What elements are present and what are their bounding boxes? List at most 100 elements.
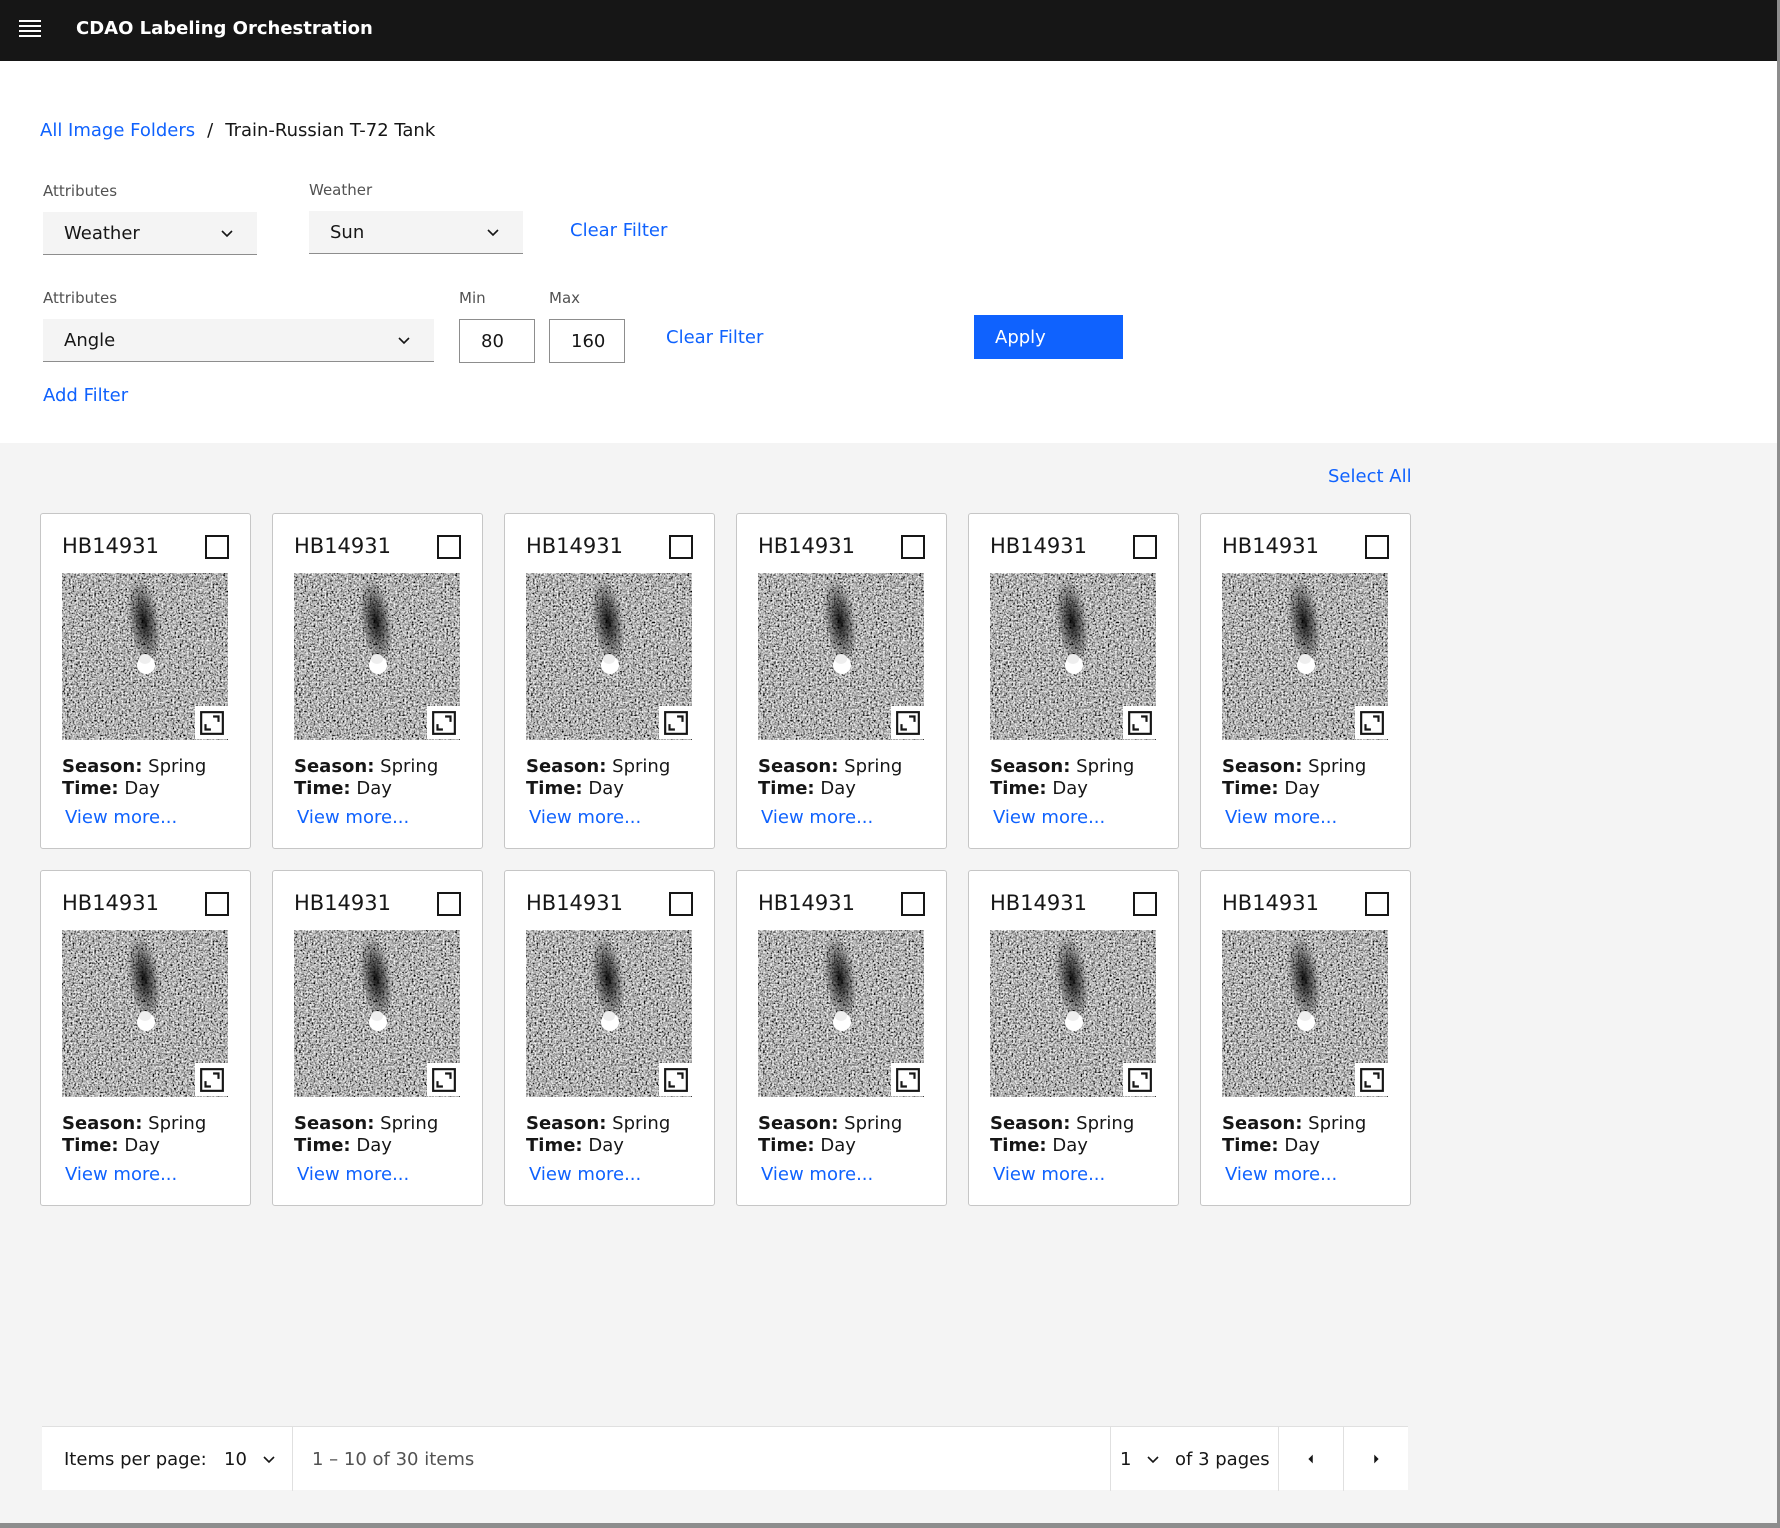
time-row: Time: Day — [758, 778, 856, 799]
clear-filter-1-link[interactable]: Clear Filter — [570, 220, 667, 241]
season-label: Season: — [294, 756, 375, 777]
select-checkbox[interactable] — [901, 892, 925, 916]
add-filter-link[interactable]: Add Filter — [43, 385, 128, 406]
attributes-label: Attributes — [43, 182, 118, 200]
expand-icon[interactable] — [891, 1063, 924, 1096]
select-checkbox[interactable] — [1365, 535, 1389, 559]
time-value: Day — [1284, 778, 1320, 799]
menu-icon[interactable] — [19, 20, 41, 38]
select-checkbox[interactable] — [437, 535, 461, 559]
season-row: Season: Spring — [990, 756, 1134, 777]
select-checkbox[interactable] — [669, 892, 693, 916]
max-input[interactable]: 160 — [549, 319, 625, 363]
season-row: Season: Spring — [758, 756, 902, 777]
view-more-link[interactable]: View more... — [1225, 1164, 1337, 1185]
view-more-link[interactable]: View more... — [993, 807, 1105, 828]
expand-icon[interactable] — [659, 706, 692, 739]
previous-page-button[interactable] — [1279, 1427, 1343, 1491]
expand-icon[interactable] — [659, 1063, 692, 1096]
season-label: Season: — [990, 1113, 1071, 1134]
season-label: Season: — [526, 1113, 607, 1134]
image-id: HB14931 — [1222, 534, 1320, 558]
season-label: Season: — [62, 1113, 143, 1134]
view-more-link[interactable]: View more... — [1225, 807, 1337, 828]
season-value: Spring — [148, 756, 207, 777]
min-label: Min — [459, 289, 486, 307]
time-label: Time: — [758, 1135, 815, 1156]
min-input[interactable]: 80 — [459, 319, 535, 363]
expand-icon[interactable] — [1123, 706, 1156, 739]
select-checkbox[interactable] — [1365, 892, 1389, 916]
season-value: Spring — [1308, 1113, 1367, 1134]
time-value: Day — [588, 778, 624, 799]
expand-icon[interactable] — [1355, 1063, 1388, 1096]
time-value: Day — [124, 778, 160, 799]
expand-icon[interactable] — [195, 706, 228, 739]
view-more-link[interactable]: View more... — [297, 1164, 409, 1185]
season-value: Spring — [612, 756, 671, 777]
season-value: Spring — [380, 1113, 439, 1134]
select-all-link[interactable]: Select All — [1328, 466, 1412, 487]
expand-icon[interactable] — [1355, 706, 1388, 739]
weather-select[interactable]: Sun — [309, 211, 523, 254]
season-label: Season: — [526, 756, 607, 777]
select-checkbox[interactable] — [205, 892, 229, 916]
view-more-link[interactable]: View more... — [529, 1164, 641, 1185]
caret-left-icon — [1308, 1454, 1313, 1464]
view-more-link[interactable]: View more... — [993, 1164, 1105, 1185]
view-more-link[interactable]: View more... — [65, 1164, 177, 1185]
select-checkbox[interactable] — [437, 892, 461, 916]
select-checkbox[interactable] — [669, 535, 693, 559]
image-id: HB14931 — [526, 534, 624, 558]
season-value: Spring — [612, 1113, 671, 1134]
select-checkbox[interactable] — [901, 535, 925, 559]
app-title: CDAO Labeling Orchestration — [76, 18, 373, 39]
view-more-link[interactable]: View more... — [65, 807, 177, 828]
caret-right-icon — [1374, 1454, 1379, 1464]
season-row: Season: Spring — [294, 756, 438, 777]
season-value: Spring — [844, 1113, 903, 1134]
apply-button[interactable]: Apply — [974, 315, 1123, 359]
view-more-link[interactable]: View more... — [761, 1164, 873, 1185]
image-card: HB14931 Season: Spring Time: Day View more.… — [1200, 513, 1411, 849]
expand-icon[interactable] — [427, 706, 460, 739]
view-more-link[interactable]: View more... — [529, 807, 641, 828]
breadcrumb-root-link[interactable]: All Image Folders — [40, 120, 195, 141]
page-select-value: 1 — [1120, 1448, 1132, 1470]
select-checkbox[interactable] — [1133, 892, 1157, 916]
select-checkbox[interactable] — [1133, 535, 1157, 559]
time-label: Time: — [294, 778, 351, 799]
image-id: HB14931 — [1222, 891, 1320, 915]
max-label: Max — [549, 289, 581, 307]
expand-icon[interactable] — [891, 706, 924, 739]
image-id: HB14931 — [990, 891, 1088, 915]
attribute-select-2[interactable]: Angle — [43, 319, 434, 362]
time-label: Time: — [294, 1135, 351, 1156]
view-more-link[interactable]: View more... — [297, 807, 409, 828]
items-per-page-select[interactable]: 10 — [224, 1427, 294, 1491]
page-select[interactable]: 1 — [1120, 1427, 1180, 1491]
season-row: Season: Spring — [62, 756, 206, 777]
time-label: Time: — [758, 778, 815, 799]
expand-icon[interactable] — [1123, 1063, 1156, 1096]
image-card: HB14931 Season: Spring Time: Day View more.… — [1200, 870, 1411, 1206]
time-row: Time: Day — [1222, 1135, 1320, 1156]
season-row: Season: Spring — [526, 1113, 670, 1134]
clear-filter-2-link[interactable]: Clear Filter — [666, 327, 763, 348]
next-page-button[interactable] — [1344, 1427, 1408, 1491]
image-id: HB14931 — [990, 534, 1088, 558]
select-checkbox[interactable] — [205, 535, 229, 559]
time-label: Time: — [1222, 1135, 1279, 1156]
item-range: 1 – 10 of 30 items — [312, 1448, 475, 1470]
image-id: HB14931 — [294, 891, 392, 915]
expand-icon[interactable] — [427, 1063, 460, 1096]
time-label: Time: — [62, 778, 119, 799]
time-value: Day — [588, 1135, 624, 1156]
expand-icon[interactable] — [195, 1063, 228, 1096]
season-value: Spring — [148, 1113, 207, 1134]
time-row: Time: Day — [526, 1135, 624, 1156]
attribute-select-1[interactable]: Weather — [43, 212, 257, 255]
view-more-link[interactable]: View more... — [761, 807, 873, 828]
time-label: Time: — [526, 1135, 583, 1156]
season-value: Spring — [1308, 756, 1367, 777]
